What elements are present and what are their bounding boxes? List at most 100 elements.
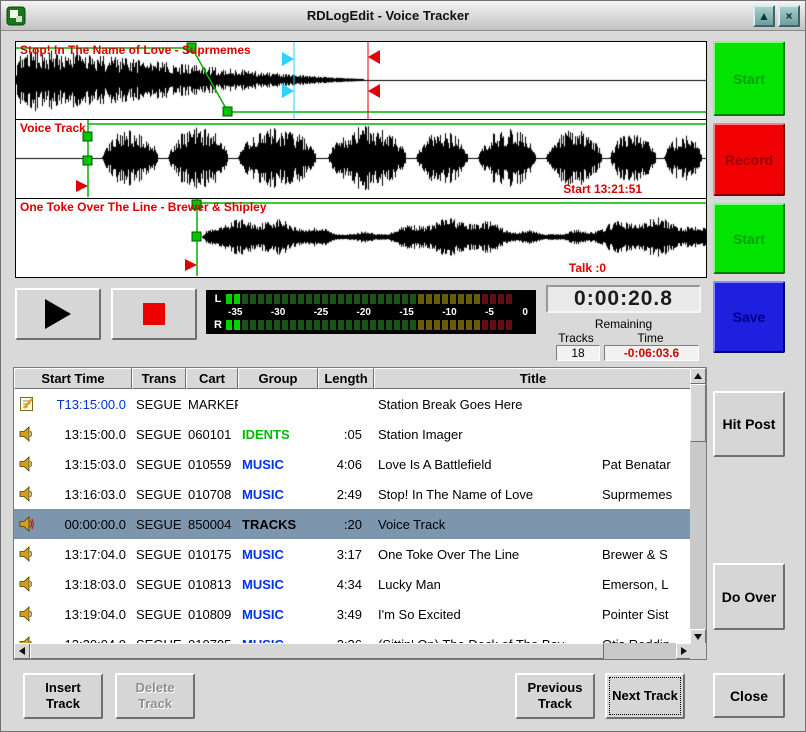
waveform-track-1[interactable]: Stop! In The Name of Love - Suprmemes <box>15 41 707 120</box>
row-group: MUSIC <box>238 607 318 622</box>
row-length: 3:17 <box>318 547 374 562</box>
row-start-time: 13:17:04.0 <box>40 547 132 562</box>
meter-scale-label: -5 <box>485 307 494 318</box>
horizontal-scrollbar[interactable] <box>14 643 692 659</box>
previous-track-button[interactable]: Previous Track <box>515 673 595 719</box>
waveform-track-2[interactable]: Voice Track Start 13:21:51 <box>15 120 707 199</box>
log-table-row[interactable]: 13:15:03.0 SEGUE 010559 MUSIC 4:06 Love … <box>14 449 692 479</box>
row-cart: 010708 <box>186 487 238 502</box>
speaker-icon <box>19 546 35 562</box>
row-group: IDENTS <box>238 427 318 442</box>
log-table-row[interactable]: T13:15:00.0 SEGUE MARKER Station Break G… <box>14 389 692 419</box>
log-table-row[interactable]: 13:18:03.0 SEGUE 010813 MUSIC 4:34 Lucky… <box>14 569 692 599</box>
row-transition: SEGUE <box>132 577 186 592</box>
row-artist: Pointer Sist <box>602 607 668 622</box>
log-table-row[interactable]: 13:17:04.0 SEGUE 010175 MUSIC 3:17 One T… <box>14 539 692 569</box>
speaker-icon <box>19 606 35 622</box>
meter-scale-label: -20 <box>357 307 371 318</box>
meter-scale: -35-30-25-20-15-10-50 <box>226 305 530 319</box>
stop-button[interactable] <box>111 288 197 340</box>
vertical-scroll-thumb[interactable] <box>690 384 706 442</box>
next-track-button[interactable]: Next Track <box>605 673 685 719</box>
meter-scale-label: -25 <box>314 307 328 318</box>
row-title: One Toke Over The Line <box>378 547 519 562</box>
row-transition: SEGUE <box>132 487 186 502</box>
meter-scale-label: -10 <box>442 307 456 318</box>
row-group: MUSIC <box>238 457 318 472</box>
log-table: Start Time Trans Cart Group Length Title… <box>13 367 707 660</box>
voice-track-icon <box>19 516 35 532</box>
meter-scale-label: 0 <box>522 307 528 318</box>
track-1-title: Stop! In The Name of Love - Suprmemes <box>20 43 251 57</box>
row-length: 4:34 <box>318 577 374 592</box>
close-button[interactable]: Close <box>713 673 785 718</box>
log-table-header: Start Time Trans Cart Group Length Title <box>14 368 692 389</box>
track-2-annotation: Start 13:21:51 <box>563 182 642 196</box>
do-over-button[interactable]: Do Over <box>713 563 785 630</box>
speaker-icon <box>19 456 35 472</box>
meter-left-label: L <box>210 293 226 305</box>
audio-level-meter: L -35-30-25-20-15-10-50 R <box>206 290 536 334</box>
horizontal-scroll-thumb[interactable] <box>30 643 604 659</box>
track-3-title: One Toke Over The Line - Brewer & Shiple… <box>20 200 267 214</box>
row-start-time: T13:15:00.0 <box>40 397 132 412</box>
app-icon <box>6 6 26 26</box>
play-icon <box>45 299 71 329</box>
remaining-tracks-label: Tracks <box>550 331 602 345</box>
start-track-3-button[interactable]: Start <box>713 203 785 274</box>
delete-track-button[interactable]: Delete Track <box>115 673 195 719</box>
log-table-row[interactable]: 13:19:04.0 SEGUE 010809 MUSIC 3:49 I'm S… <box>14 599 692 629</box>
speaker-icon <box>19 486 35 502</box>
column-group[interactable]: Group <box>238 368 318 389</box>
log-table-row[interactable]: 00:00:00.0 SEGUE 850004 TRACKS :20 Voice… <box>14 509 692 539</box>
start-track-1-button[interactable]: Start <box>713 41 785 116</box>
scroll-up-button[interactable] <box>690 368 706 384</box>
row-start-time: 13:16:03.0 <box>40 487 132 502</box>
left-arrow-icon <box>19 647 25 655</box>
row-start-time: 13:15:03.0 <box>40 457 132 472</box>
log-body: T13:15:00.0 SEGUE MARKER Station Break G… <box>14 389 692 645</box>
row-start-time: 00:00:00.0 <box>40 517 132 532</box>
column-title[interactable]: Title <box>374 368 692 389</box>
column-start-time[interactable]: Start Time <box>14 368 132 389</box>
meter-right-label: R <box>210 319 226 331</box>
waveform-stack: Stop! In The Name of Love - Suprmemes Vo… <box>15 41 707 278</box>
save-button[interactable]: Save <box>713 281 785 353</box>
vertical-scrollbar[interactable] <box>690 368 706 645</box>
row-length: 3:49 <box>318 607 374 622</box>
meter-scale-label: -15 <box>399 307 413 318</box>
row-artist: Brewer & S <box>602 547 668 562</box>
shade-button[interactable]: ▲ <box>753 5 775 27</box>
hit-post-button[interactable]: Hit Post <box>713 391 785 457</box>
row-title: Stop! In The Name of Love <box>378 487 533 502</box>
waveform-track-3[interactable]: One Toke Over The Line - Brewer & Shiple… <box>15 199 707 278</box>
stop-icon <box>143 303 165 325</box>
row-group: MUSIC <box>238 487 318 502</box>
column-trans[interactable]: Trans <box>132 368 186 389</box>
log-table-row[interactable]: 13:16:03.0 SEGUE 010708 MUSIC 2:49 Stop!… <box>14 479 692 509</box>
row-title: Station Break Goes Here <box>378 397 523 412</box>
remaining-label: Remaining <box>546 317 701 331</box>
insert-track-button[interactable]: Insert Track <box>23 673 103 719</box>
row-title: Lucky Man <box>378 577 441 592</box>
right-arrow-icon <box>681 647 687 655</box>
row-length: 2:49 <box>318 487 374 502</box>
row-cart: 010813 <box>186 577 238 592</box>
track-3-annotation: Talk :0 <box>569 261 606 275</box>
column-length[interactable]: Length <box>318 368 374 389</box>
scroll-left-button[interactable] <box>14 643 30 659</box>
row-start-time: 13:18:03.0 <box>40 577 132 592</box>
column-cart[interactable]: Cart <box>186 368 238 389</box>
row-transition: SEGUE <box>132 517 186 532</box>
track-2-title: Voice Track <box>20 121 86 135</box>
close-window-button[interactable]: × <box>778 5 800 27</box>
row-start-time: 13:15:00.0 <box>40 427 132 442</box>
row-group: MUSIC <box>238 577 318 592</box>
row-cart: 010175 <box>186 547 238 562</box>
log-table-row[interactable]: 13:15:00.0 SEGUE 060101 IDENTS :05 Stati… <box>14 419 692 449</box>
record-button[interactable]: Record <box>713 123 785 196</box>
row-cart: 850004 <box>186 517 238 532</box>
speaker-icon <box>19 576 35 592</box>
play-button[interactable] <box>15 288 101 340</box>
row-cart: MARKER <box>186 397 238 412</box>
